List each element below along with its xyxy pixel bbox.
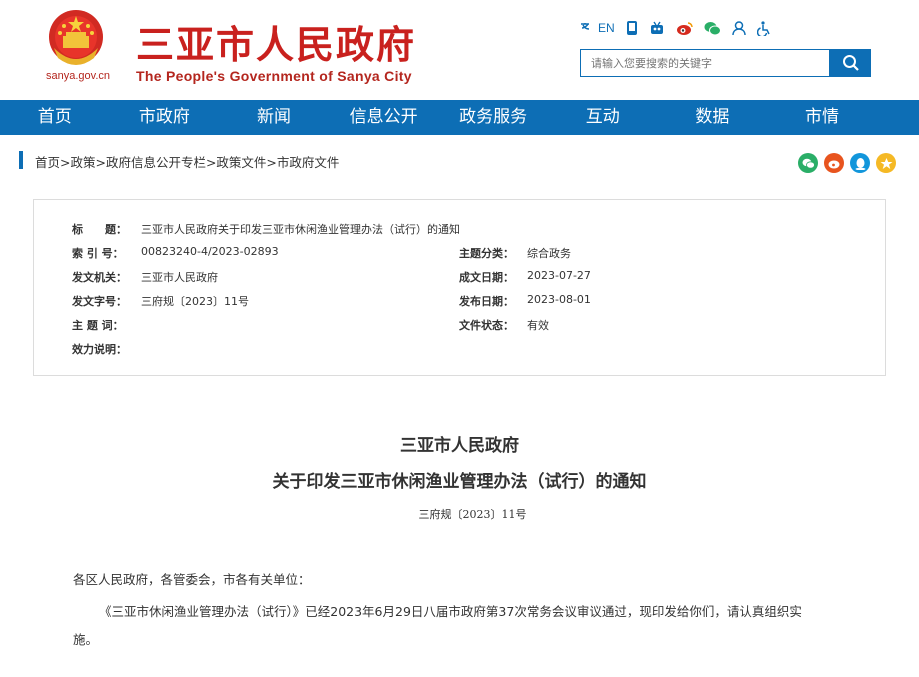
info-index-label: 索 引 号： <box>72 247 124 260</box>
nav-item-information-disclosure[interactable]: 信息公开 <box>329 100 439 135</box>
site-title-cn[interactable]: 三亚市人民政府 <box>136 14 416 69</box>
site-url: sanya.gov.cn <box>45 70 110 82</box>
search-box <box>580 49 831 77</box>
info-issuer-value: 三亚市人民政府 <box>141 271 218 284</box>
wechat-icon[interactable] <box>704 21 721 36</box>
info-status-value: 有效 <box>527 319 549 332</box>
share-buttons <box>798 153 902 173</box>
info-validity-label: 效力说明： <box>72 343 127 356</box>
info-title-label: 标 题： <box>72 223 127 236</box>
search-input[interactable] <box>581 50 831 76</box>
national-emblem-icon[interactable] <box>46 8 106 70</box>
info-issuer-label: 发文机关： <box>72 271 127 284</box>
nav-item-city-government[interactable]: 市政府 <box>110 100 220 135</box>
document-heading-issuer: 三亚市人民政府 <box>400 436 519 456</box>
info-topic-label: 主题分类： <box>459 247 514 260</box>
nav-item-government-services[interactable]: 政务服务 <box>438 100 548 135</box>
top-utility-icons: EN <box>580 18 783 38</box>
share-qzone-icon[interactable] <box>876 153 896 173</box>
nav-item-news[interactable]: 新闻 <box>219 100 329 135</box>
translate-icon <box>581 23 590 30</box>
info-published-label: 发布日期： <box>459 295 514 308</box>
share-weibo-icon[interactable] <box>824 153 844 173</box>
mobile-icon[interactable] <box>626 20 638 36</box>
share-qq-icon[interactable] <box>850 153 870 173</box>
site-header: sanya.gov.cn 三亚市人民政府 The People's Govern… <box>0 0 919 100</box>
main-nav: 首页 市政府 新闻 信息公开 政务服务 互动 数据 市情 <box>0 100 919 135</box>
document-info-panel: 标 题： 三亚市人民政府关于印发三亚市休闲渔业管理办法（试行）的通知 索 引 号… <box>33 199 886 376</box>
share-wechat-icon[interactable] <box>798 153 818 173</box>
info-topic-value: 综合政务 <box>527 247 571 260</box>
article-body-line-2: 施。 <box>73 632 99 647</box>
nav-item-home[interactable]: 首页 <box>0 100 110 135</box>
info-title-value: 三亚市人民政府关于印发三亚市休闲渔业管理办法（试行）的通知 <box>141 223 460 236</box>
language-label: EN <box>598 21 615 35</box>
info-created-value: 2023-07-27 <box>527 269 591 282</box>
info-keywords-label: 主 题 词： <box>72 319 124 332</box>
document-heading-title: 关于印发三亚市休闲渔业管理办法（试行）的通知 <box>272 472 647 492</box>
nav-item-data[interactable]: 数据 <box>658 100 768 135</box>
language-switch[interactable]: EN <box>580 21 615 35</box>
search-button[interactable] <box>830 49 871 77</box>
nav-item-interaction[interactable]: 互动 <box>548 100 658 135</box>
article-greeting: 各区人民政府，各管委会，市各有关单位： <box>73 572 311 587</box>
info-published-value: 2023-08-01 <box>527 293 591 306</box>
accessibility-icon[interactable] <box>756 20 772 36</box>
nav-item-city-profile[interactable]: 市情 <box>767 100 877 135</box>
search-icon <box>842 55 859 71</box>
breadcrumb-marker <box>19 151 23 169</box>
info-status-label: 文件状态： <box>459 319 514 332</box>
robot-icon[interactable] <box>649 20 665 36</box>
info-index-value: 00823240-4/2023-02893 <box>141 245 279 258</box>
article-body-line-1: 《三亚市休闲渔业管理办法（试行）》已经2023年6月29日八届市政府第37次常务… <box>99 604 802 619</box>
user-icon[interactable] <box>731 20 746 36</box>
site-title-en: The People's Government of Sanya City <box>136 68 412 84</box>
info-created-label: 成文日期： <box>459 271 514 284</box>
info-docno-value: 三府规〔2023〕11号 <box>141 295 249 308</box>
document-number: 三府规〔2023〕11号 <box>418 508 527 521</box>
weibo-icon[interactable] <box>676 21 693 36</box>
info-docno-label: 发文字号： <box>72 295 127 308</box>
breadcrumb[interactable]: 首页>政策>政府信息公开专栏>政策文件>市政府文件 <box>35 152 339 171</box>
